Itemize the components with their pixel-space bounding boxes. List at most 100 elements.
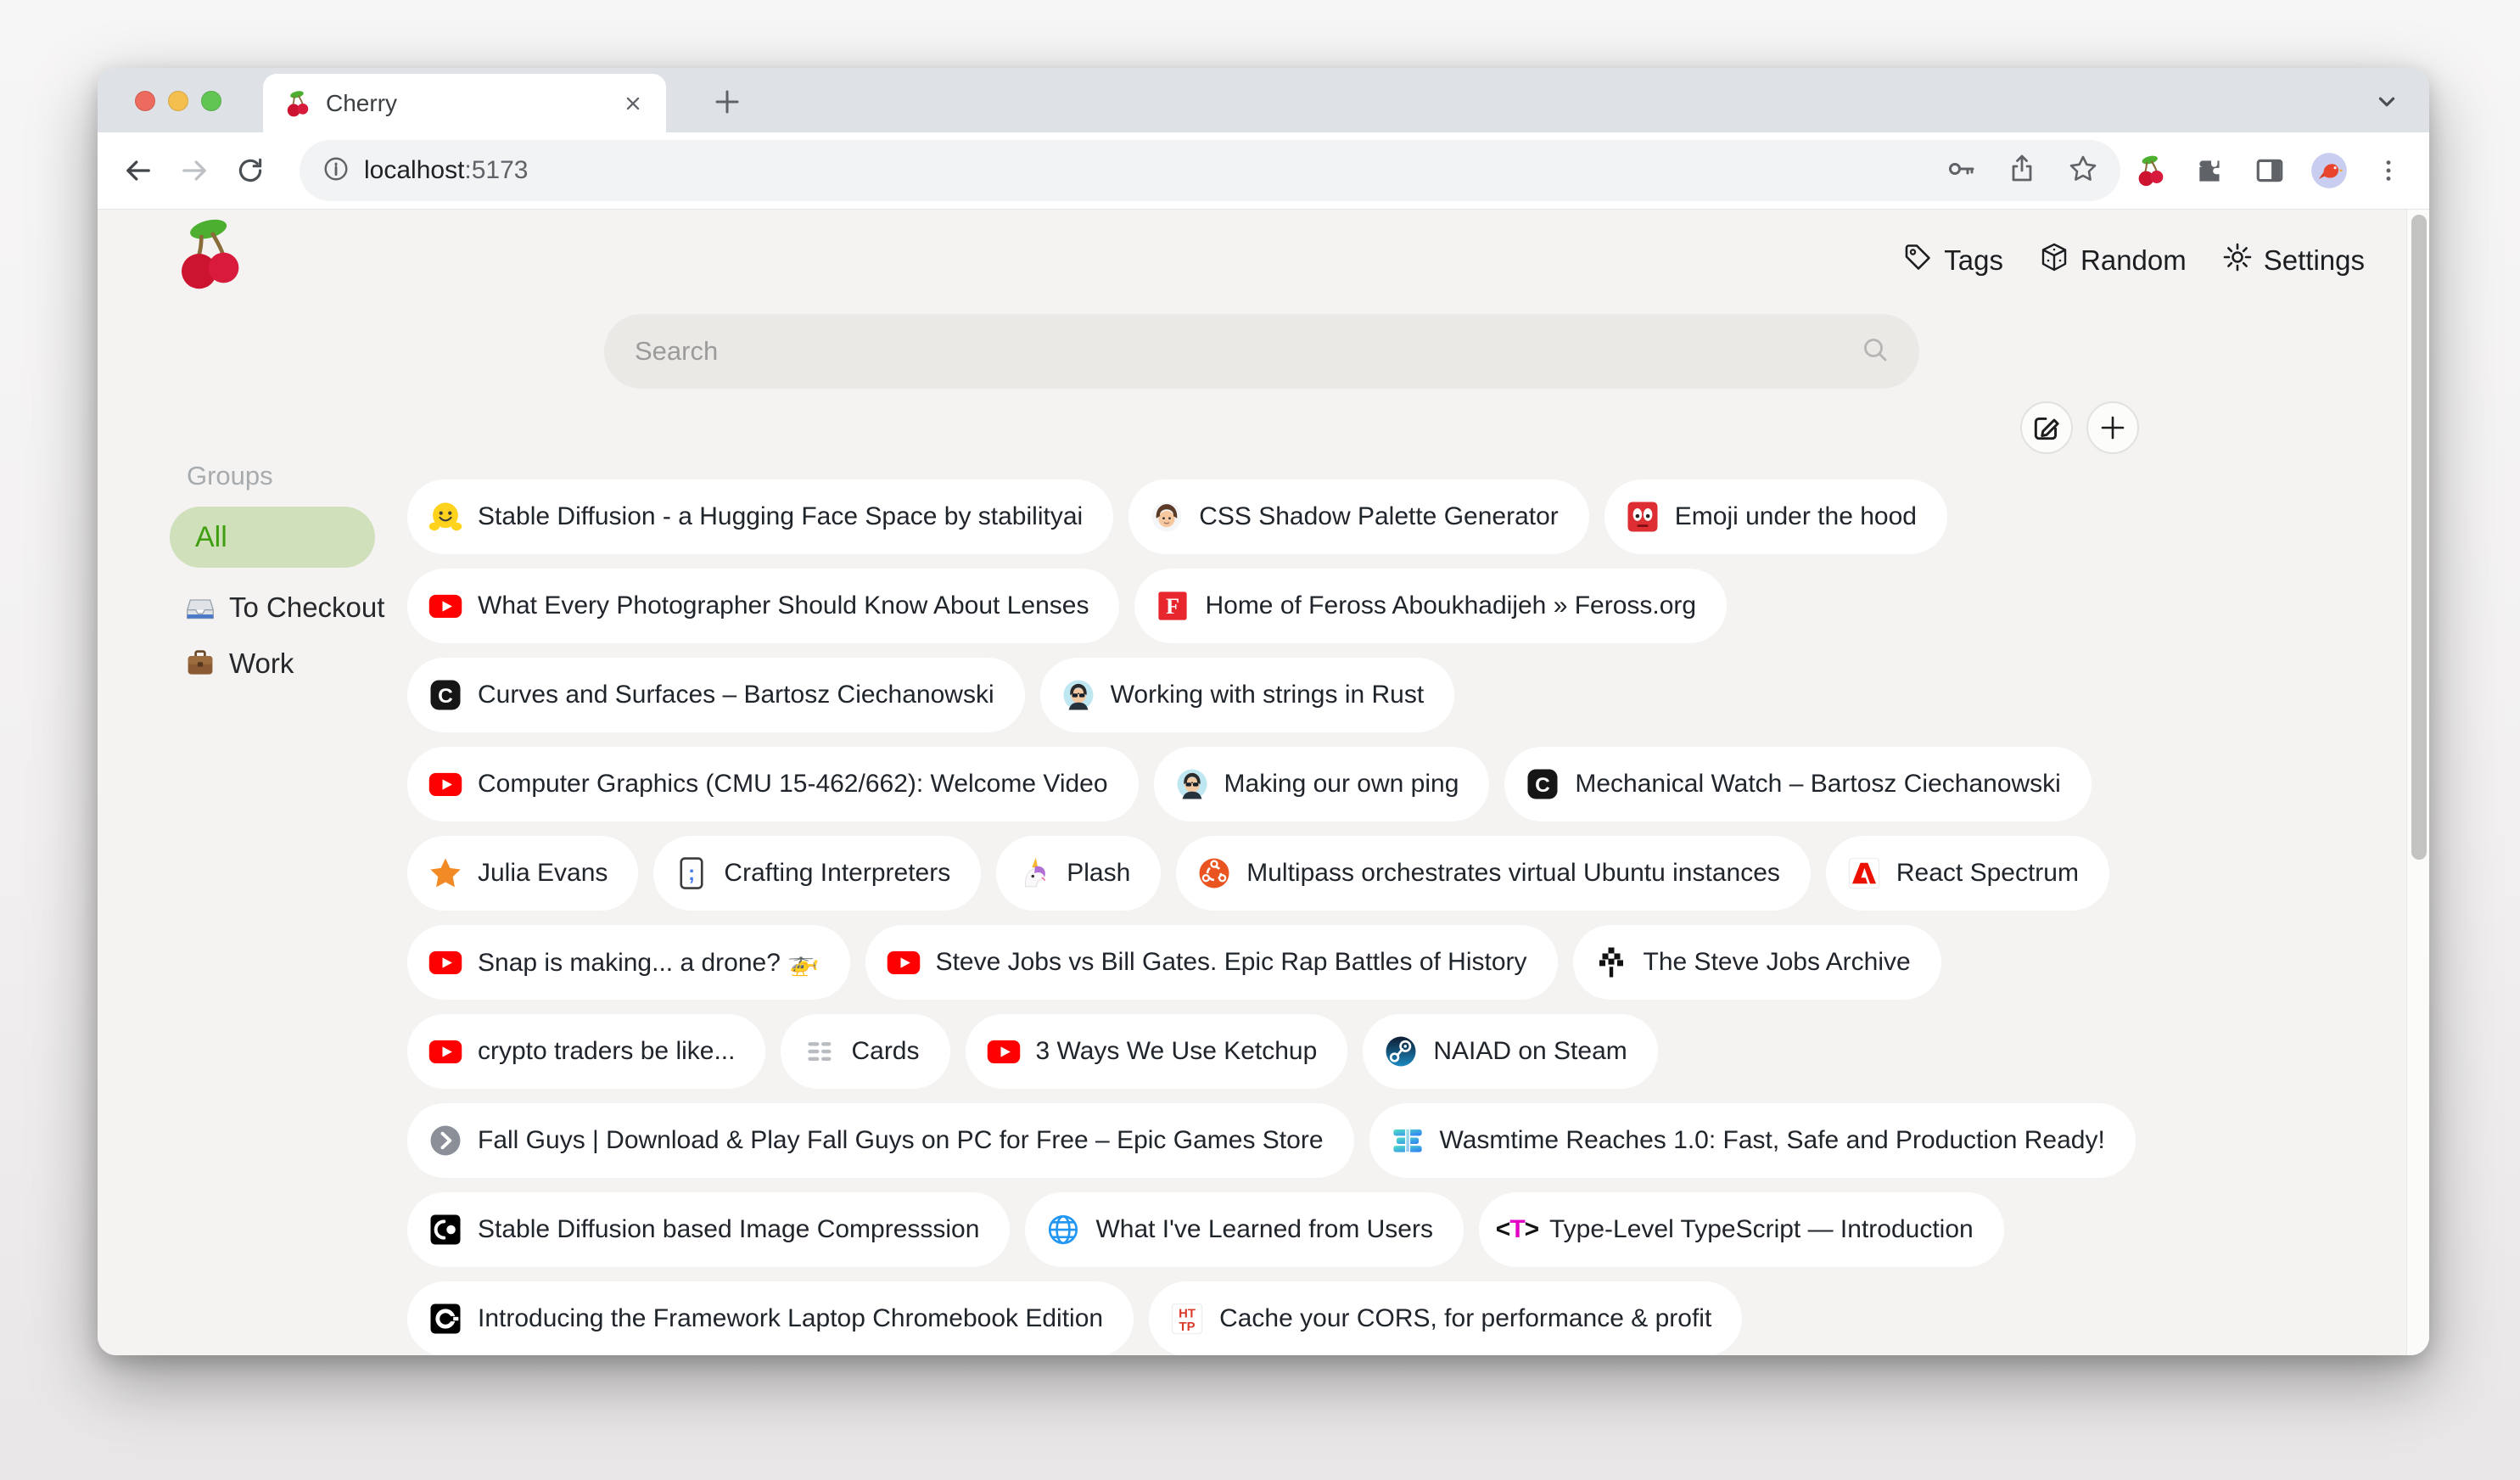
close-window-button[interactable] (135, 91, 155, 111)
bookmark-pill[interactable]: FHome of Feross Aboukhadijeh » Feross.or… (1134, 569, 1727, 643)
add-bookmark-button[interactable] (2086, 401, 2139, 454)
bookmark-pill[interactable]: Stable Diffusion - a Hugging Face Space … (407, 479, 1113, 554)
address-bar[interactable]: localhost:5173 (300, 140, 2120, 201)
bookmark-pill[interactable]: 3 Ways We Use Ketchup (966, 1014, 1348, 1089)
bookmark-row: Computer Graphics (CMU 15-462/662): Welc… (407, 747, 2186, 821)
group-item-to-checkout[interactable]: To Checkout (170, 591, 407, 624)
bookmark-pill[interactable]: Plash (996, 836, 1161, 911)
bookmark-pill[interactable]: CMechanical Watch – Bartosz Ciechanowski (1504, 747, 2091, 821)
new-tab-button[interactable] (705, 80, 749, 124)
bookmark-pill[interactable]: CSS Shadow Palette Generator (1128, 479, 1589, 554)
tab-close-icon[interactable] (620, 91, 646, 116)
group-item-work[interactable]: Work (170, 648, 407, 680)
maximize-window-button[interactable] (201, 91, 221, 111)
youtube-icon (428, 588, 463, 624)
reload-button[interactable] (232, 152, 269, 189)
bookmark-label: Wasmtime Reaches 1.0: Fast, Safe and Pro… (1440, 1126, 2105, 1155)
header-nav: Tags Random Settings (1902, 242, 2365, 279)
search-input[interactable] (633, 335, 1860, 367)
dice-icon (2039, 242, 2069, 279)
bookmark-pill[interactable]: crypto traders be like... (407, 1014, 765, 1089)
boy-avatar-icon (1149, 499, 1184, 535)
cherry-logo-icon (172, 216, 247, 291)
bookmark-label: Computer Graphics (CMU 15-462/662): Welc… (478, 770, 1108, 799)
bookmark-label: Introducing the Framework Laptop Chromeb… (478, 1304, 1103, 1333)
bookmark-pill[interactable]: The Steve Jobs Archive (1573, 925, 1941, 1000)
unicorn-icon (1016, 855, 1052, 891)
wasmtime-icon (1390, 1123, 1425, 1158)
bookmark-pill[interactable]: Computer Graphics (CMU 15-462/662): Welc… (407, 747, 1139, 821)
nav-item-tags[interactable]: Tags (1902, 242, 2003, 279)
bookmark-label: CSS Shadow Palette Generator (1199, 502, 1559, 531)
steam-icon (1383, 1034, 1419, 1069)
bookmark-pill[interactable]: CCurves and Surfaces – Bartosz Ciechanow… (407, 658, 1025, 732)
groups-sidebar: Groups AllTo CheckoutWork (170, 461, 407, 680)
extensions-puzzle-icon[interactable] (2192, 152, 2229, 189)
bookmark-row: Julia Evans; Crafting Interpreters Plash Mu… (407, 836, 2186, 911)
bookmark-row: Stable Diffusion - a Hugging Face Space … (407, 479, 2186, 554)
pixel-tree-icon (1593, 945, 1629, 980)
browser-tab[interactable]: Cherry (263, 74, 666, 132)
gear-icon (2222, 242, 2253, 279)
bookmark-label: Snap is making... a drone? 🚁 (478, 948, 820, 978)
cherry-extension-icon[interactable] (2132, 152, 2170, 189)
bookmark-pill[interactable]: What Every Photographer Should Know Abou… (407, 569, 1119, 643)
bookmark-pill[interactable]: Fall Guys | Download & Play Fall Guys on… (407, 1103, 1354, 1178)
nav-item-random[interactable]: Random (2039, 242, 2187, 279)
tabstrip-chevron-down-icon[interactable] (2372, 87, 2402, 117)
forward-button[interactable] (176, 152, 213, 189)
bookmark-pill[interactable]: HTTPCache your CORS, for performance & p… (1149, 1281, 1742, 1355)
youtube-icon (428, 766, 463, 802)
ubuntu-circle-icon (1196, 855, 1232, 891)
bookmark-label: Type-Level TypeScript — Introduction (1549, 1215, 1974, 1244)
bookmark-pill[interactable]: NAIAD on Steam (1363, 1014, 1657, 1089)
bookmark-pill[interactable]: Multipass orchestrates virtual Ubuntu in… (1176, 836, 1811, 911)
bookmark-pill[interactable]: Emoji under the hood (1604, 479, 1947, 554)
tab-strip: Cherry (98, 68, 2429, 132)
bookmark-pill[interactable]: React Spectrum (1826, 836, 2109, 911)
password-key-icon[interactable] (1946, 154, 1976, 188)
bookmark-row: What Every Photographer Should Know Abou… (407, 569, 2186, 643)
nav-item-label: Settings (2264, 244, 2365, 277)
scrollbar-track[interactable] (2406, 210, 2429, 1355)
back-button[interactable] (120, 152, 157, 189)
bookmark-pill[interactable]: Making our own ping (1154, 747, 1490, 821)
bookmark-label: Cards (851, 1037, 919, 1066)
bookmark-pill[interactable]: Stable Diffusion based Image Compresssio… (407, 1192, 1010, 1267)
bookmark-label: Crafting Interpreters (724, 859, 950, 888)
briefcase-icon (185, 648, 216, 679)
bookmark-pill[interactable]: Wasmtime Reaches 1.0: Fast, Safe and Pro… (1369, 1103, 2136, 1178)
bookmark-label: Fall Guys | Download & Play Fall Guys on… (478, 1126, 1324, 1155)
bookmark-pill[interactable]: What I've Learned from Users (1025, 1192, 1464, 1267)
bookmark-label: Curves and Surfaces – Bartosz Ciechanows… (478, 681, 994, 709)
bookmark-pill[interactable]: Working with strings in Rust (1040, 658, 1455, 732)
nav-item-settings[interactable]: Settings (2222, 242, 2365, 279)
bookmark-pill[interactable]: <T>Type-Level TypeScript — Introduction (1479, 1192, 2004, 1267)
group-label: Work (229, 648, 294, 680)
semicolon-badge-icon: ; (674, 855, 709, 891)
bookmark-pill[interactable]: Julia Evans (407, 836, 638, 911)
group-item-all[interactable]: All (170, 507, 375, 568)
author-avatar-icon (1061, 677, 1096, 713)
minimize-window-button[interactable] (168, 91, 188, 111)
site-info-icon[interactable] (322, 154, 350, 188)
edit-bookmarks-button[interactable] (2020, 401, 2073, 454)
browser-menu-icon[interactable] (2370, 152, 2407, 189)
bookmark-label: NAIAD on Steam (1433, 1037, 1627, 1066)
bookmark-pill[interactable]: ; Crafting Interpreters (653, 836, 981, 911)
bookmark-pill[interactable]: Steve Jobs vs Bill Gates. Epic Rap Battl… (865, 925, 1558, 1000)
bookmark-pill[interactable]: Introducing the Framework Laptop Chromeb… (407, 1281, 1134, 1355)
scrollbar-thumb[interactable] (2411, 215, 2427, 860)
search-bar[interactable] (604, 314, 1919, 389)
bookmark-pill[interactable]: Cards (781, 1014, 949, 1089)
side-panel-icon[interactable] (2251, 152, 2288, 189)
profile-avatar[interactable] (2310, 152, 2348, 189)
bookmark-label: Making our own ping (1224, 770, 1459, 799)
share-icon[interactable] (2007, 154, 2037, 188)
bookmark-pill[interactable]: Snap is making... a drone? 🚁 (407, 925, 850, 1000)
bookmark-star-icon[interactable] (2068, 154, 2098, 188)
bookmark-row: Fall Guys | Download & Play Fall Guys on… (407, 1103, 2186, 1178)
red-face-badge-icon (1625, 499, 1660, 535)
bookmark-label: Multipass orchestrates virtual Ubuntu in… (1246, 859, 1780, 888)
bookmark-label: Steve Jobs vs Bill Gates. Epic Rap Battl… (936, 948, 1527, 977)
